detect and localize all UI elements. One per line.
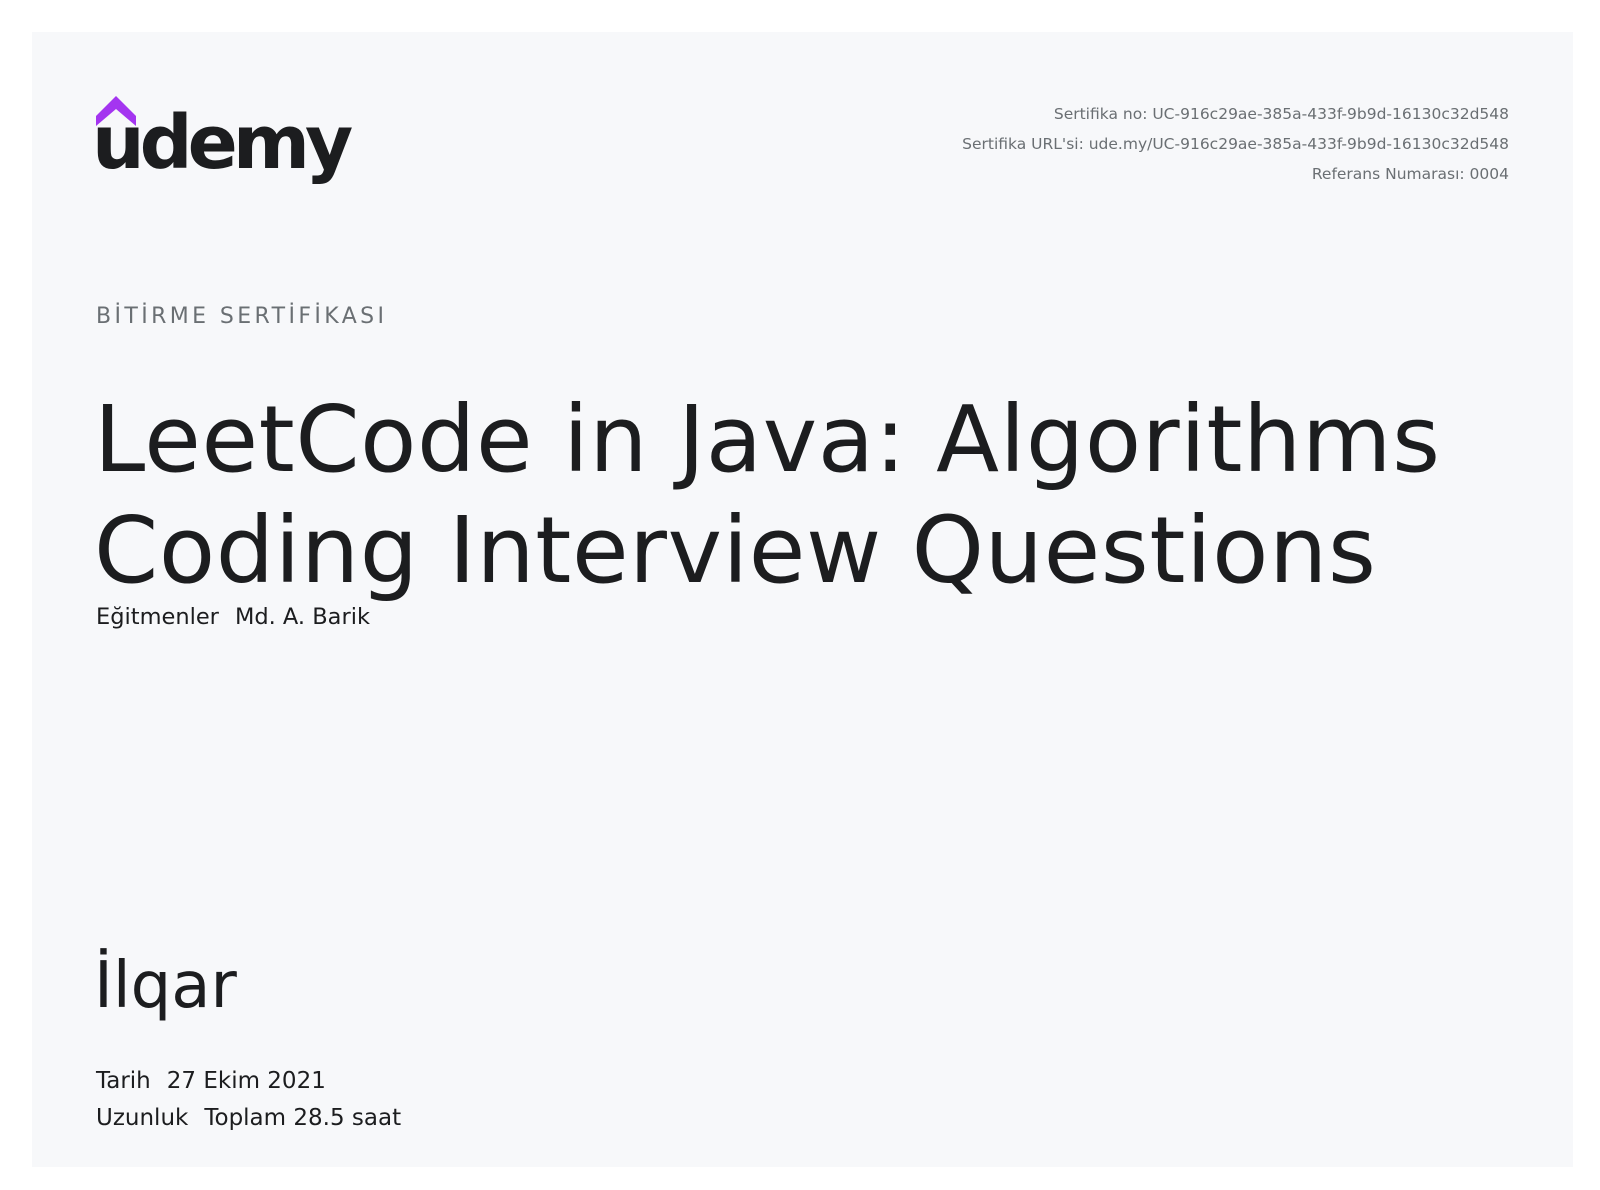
instructors-label: Eğitmenler (96, 604, 219, 630)
course-title-line-2: Coding Interview Questions (94, 497, 1377, 604)
certificate-details: Tarih 27 Ekim 2021 Uzunluk Toplam 28.5 saa… (96, 1063, 401, 1137)
course-title: LeetCode in Java: Algorithms Coding Inte… (94, 384, 1514, 606)
date-label: Tarih (96, 1068, 151, 1094)
udemy-logo: udemy (96, 96, 358, 196)
certificate-url[interactable]: Sertifika URL'si: ude.my/UC-916c29ae-385… (962, 129, 1509, 159)
instructors: Eğitmenler Md. A. Barik (96, 604, 370, 630)
certificate-meta: Sertifika no: UC-916c29ae-385a-433f-9b9d… (962, 99, 1509, 189)
course-title-line-1: LeetCode in Java: Algorithms (94, 386, 1441, 493)
length-value: Toplam 28.5 saat (204, 1105, 402, 1131)
date-row: Tarih 27 Ekim 2021 (96, 1063, 401, 1100)
recipient-name: İlqar (94, 949, 237, 1023)
date-value: 27 Ekim 2021 (166, 1068, 326, 1094)
certificate-card: udemy Sertifika no: UC-916c29ae-385a-433… (32, 32, 1573, 1167)
certificate-kicker: BİTİRME SERTİFİKASI (96, 304, 388, 329)
instructors-value: Md. A. Barik (234, 604, 370, 630)
svg-text:udemy: udemy (96, 100, 352, 186)
certificate-number: Sertifika no: UC-916c29ae-385a-433f-9b9d… (1053, 105, 1509, 123)
length-row: Uzunluk Toplam 28.5 saat (96, 1100, 401, 1137)
reference-number: Referans Numarası: 0004 (1311, 165, 1509, 183)
length-label: Uzunluk (96, 1105, 189, 1131)
